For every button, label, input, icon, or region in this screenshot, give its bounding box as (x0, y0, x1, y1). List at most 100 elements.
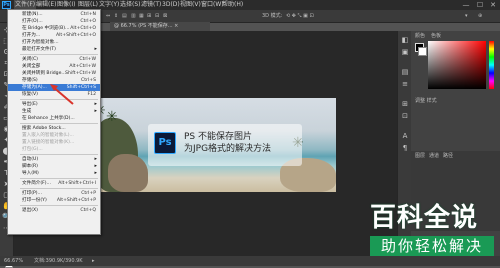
color-picker-field[interactable] (428, 41, 486, 89)
paragraph-panel-icon[interactable]: ¶ (401, 144, 409, 152)
menu-item[interactable]: 导入(M) ▸ (8, 170, 100, 177)
menu-item[interactable]: 关闭(C) Ctrl+W (8, 56, 100, 63)
menu-view[interactable]: 视图(V) (180, 0, 201, 10)
distribute-h-icon[interactable]: ⊠ (163, 12, 167, 20)
submenu-arrow-icon: ▸ (94, 108, 97, 114)
tab-channels[interactable]: 通道 (429, 152, 439, 160)
menu-item-label: 在 Behance 上共享(D)... (22, 116, 75, 121)
status-bar: 66.67% 文档:390.9K/390.9K ▸ (0, 256, 500, 266)
zoom-level[interactable]: 66.67% (4, 256, 23, 266)
menu-item[interactable]: 在 Behance 上共享(D)... (8, 115, 100, 122)
menu-filter[interactable]: 滤镜(T) (141, 0, 161, 10)
menu-item[interactable]: 打开为智能对象... (8, 39, 100, 46)
menu-item-label: 脚本(R) (22, 164, 38, 169)
tab-layers[interactable]: 图层 (415, 152, 425, 160)
3d-mode-tools-icon[interactable]: ⟲ ✥ ⤡ ▣ ⊡ (286, 12, 314, 20)
menu-item: 打包(G)... (8, 146, 100, 153)
brush-panel-icon[interactable]: ≡ (401, 80, 409, 88)
align-left-icon[interactable]: ⇔ (106, 12, 110, 20)
menu-item[interactable]: 存储(S) Ctrl+S (8, 77, 100, 84)
menu-item[interactable]: 生成 ▸ (8, 108, 100, 115)
menu-window[interactable]: 窗口(W) (201, 0, 224, 10)
menu-item[interactable]: 打印(P)... Ctrl+P (8, 190, 100, 197)
menu-item[interactable]: 搜索 Adobe Stock... (8, 125, 100, 132)
menu-item-label: 打印一份(Y) (22, 198, 47, 203)
menu-item-shortcut: Ctrl+W (79, 57, 96, 62)
menu-type[interactable]: 文字(Y) (99, 0, 119, 10)
panel-background-swatch[interactable] (418, 47, 427, 56)
status-arrow-icon[interactable]: ▸ (92, 256, 95, 266)
document-size: 文档:390.9K/390.9K (34, 258, 83, 264)
menu-item-label: 打印(P)... (22, 191, 42, 196)
menu-item-shortcut: Alt+Shift+Ctrl+O (56, 33, 96, 38)
menu-item-shortcut: Shift+Ctrl+S (66, 85, 96, 90)
menu-item[interactable]: 关闭并转到 Bridge... Shift+Ctrl+W (8, 70, 100, 77)
menu-item[interactable]: 退出(X) Ctrl+Q (8, 207, 100, 214)
info-panel-icon[interactable]: ▤ (401, 68, 409, 76)
menu-item[interactable]: 脚本(R) ▸ (8, 163, 100, 170)
menu-item-label: 存储(S) (22, 78, 38, 83)
submenu-arrow-icon: ▸ (94, 163, 97, 169)
menu-help[interactable]: 帮助(H) (222, 0, 243, 10)
menu-item: 置入嵌入的智能对象(L)... (8, 132, 100, 139)
submenu-arrow-icon: ▸ (94, 101, 97, 107)
boulder (108, 154, 148, 192)
submenu-arrow-icon: ▸ (94, 170, 97, 176)
menu-item-shortcut: Ctrl+S (81, 78, 96, 83)
3d-mode-label: 3D 模式: (262, 13, 283, 19)
menu-item[interactable]: 在 Bridge 中浏览(B)... Alt+Ctrl+O (8, 25, 100, 32)
align-right-icon[interactable]: ▤ (122, 12, 127, 20)
dropdown-icon[interactable]: ▾ (465, 12, 468, 20)
tab-paths[interactable]: 路径 (443, 152, 453, 160)
swatches-panel-icon[interactable]: ⊞ (401, 100, 409, 108)
menu-item-label: 打包(G)... (22, 147, 43, 152)
align-middle-icon[interactable]: ▦ (139, 12, 144, 20)
menu-item-label: 搜索 Adobe Stock... (22, 126, 66, 131)
menu-item-label: 打开为智能对象... (22, 40, 59, 45)
palm-tree-icon: ✳ (106, 109, 118, 125)
menu-item[interactable]: 打开(O)... Ctrl+O (8, 18, 100, 25)
menu-item-shortcut: Alt+Shift+Ctrl+I (58, 181, 96, 186)
distribute-icon[interactable]: ⊞ (147, 12, 151, 20)
tab-color[interactable]: 颜色 (415, 32, 425, 40)
close-icon[interactable]: ✕ (487, 0, 499, 10)
menu-item: 置入链接的智能对象(K)... (8, 139, 100, 146)
menu-item[interactable]: 打印一份(Y) Alt+Shift+Ctrl+P (8, 197, 100, 204)
menu-item[interactable]: 新建(N)... Ctrl+N (8, 11, 100, 18)
menu-item-shortcut: Ctrl+O (80, 19, 96, 24)
menu-item[interactable]: 自动(U) ▸ (8, 156, 100, 163)
overlay-title-line2: 为JPG格式的解决方法 (184, 144, 272, 154)
minimize-icon[interactable]: — (460, 0, 472, 10)
menu-item-label: 自动(U) (22, 157, 39, 162)
menu-item-label: 最近打开文件(T) (22, 47, 56, 52)
menu-item-label: 在 Bridge 中浏览(B)... (22, 26, 70, 31)
hue-slider[interactable] (489, 41, 494, 89)
align-top-icon[interactable]: ▥ (131, 12, 136, 20)
menu-item-label: 关闭并转到 Bridge... (22, 71, 66, 76)
maximize-icon[interactable]: ☐ (474, 0, 486, 10)
align-center-icon[interactable]: ⇕ (114, 12, 118, 20)
document-tab[interactable]: @ 66.7% (PS 不能保存... × (110, 22, 210, 31)
history-panel-icon[interactable]: ◧ (401, 36, 409, 44)
menu-item[interactable]: 存储为(A)... Shift+Ctrl+S (8, 84, 100, 91)
menu-item[interactable]: 文件简介(F)... Alt+Shift+Ctrl+I (8, 180, 100, 187)
character-panel-icon[interactable]: A (401, 132, 409, 140)
menu-item-shortcut: Ctrl+N (80, 12, 96, 17)
workspace-icon[interactable]: ⊕ (478, 12, 482, 20)
menu-item[interactable]: 恢复(V) F12 (8, 91, 100, 98)
menu-item-label: 导出(E) (22, 102, 38, 107)
menu-item-shortcut: Alt+Ctrl+O (70, 26, 96, 31)
actions-panel-icon[interactable]: ▣ (401, 48, 409, 56)
menu-3d[interactable]: 3D(D) (162, 0, 180, 10)
menu-item[interactable]: 关闭全部 Alt+Ctrl+W (8, 63, 100, 70)
menu-item[interactable]: 最近打开文件(T) ▸ (8, 46, 100, 53)
menu-item[interactable]: 导出(E) ▸ (8, 101, 100, 108)
menu-item[interactable]: 打开为... Alt+Shift+Ctrl+O (8, 32, 100, 39)
menu-select[interactable]: 选择(S) (120, 0, 141, 10)
tab-swatches[interactable]: 色板 (431, 32, 441, 40)
distribute-v-icon[interactable]: ⊟ (155, 12, 159, 20)
menu-item-shortcut: Ctrl+Q (80, 208, 96, 213)
photoshop-logo-icon[interactable]: Ps (2, 1, 11, 9)
adjust-panel-icon[interactable]: ⊡ (401, 112, 409, 120)
properties-panel-label[interactable]: 调整 样式 (415, 97, 437, 105)
